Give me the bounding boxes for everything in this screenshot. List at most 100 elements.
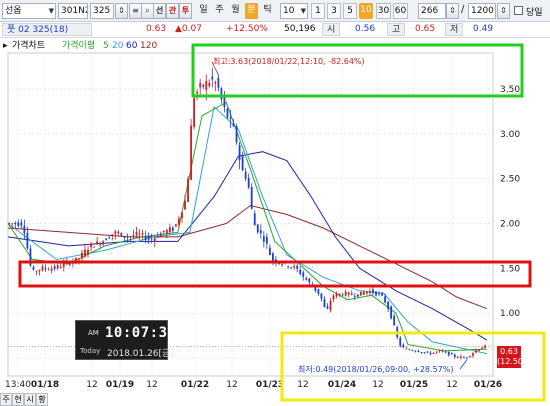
- bottom-tab-1[interactable]: 주: [0, 393, 12, 406]
- candle-body: [199, 83, 202, 88]
- candle-body: [290, 267, 293, 269]
- candle-body: [229, 117, 232, 119]
- candle-body: [426, 351, 429, 353]
- candle-body: [326, 306, 329, 309]
- bottom-tab-2[interactable]: 현: [12, 393, 24, 406]
- candle-body: [429, 352, 432, 355]
- candle-body: [153, 237, 156, 242]
- candle-body: [281, 264, 283, 266]
- bottom-tab-3[interactable]: 시: [24, 393, 36, 406]
- y-tick-label: 3.50: [500, 85, 520, 95]
- candle-body: [202, 84, 205, 87]
- y-tick-label: 2.50: [500, 175, 520, 185]
- candle-body: [208, 82, 211, 87]
- candle-body: [402, 344, 405, 348]
- candle-body: [329, 301, 332, 311]
- candle-body: [111, 234, 114, 237]
- candle-body: [441, 350, 444, 352]
- candle-body: [359, 291, 362, 296]
- candle-body: [138, 233, 141, 235]
- candle-body: [463, 357, 465, 359]
- candle-body: [135, 231, 138, 236]
- candle-body: [338, 293, 341, 296]
- candle-body: [132, 235, 135, 236]
- candle-body: [156, 236, 159, 238]
- x-tick-label: 12: [86, 380, 97, 390]
- candle-body: [226, 108, 229, 118]
- x-tick-label: 12: [226, 380, 237, 390]
- x-tick-label: 01/19: [106, 380, 134, 390]
- clock-date: 2018.01.26[금]: [107, 349, 174, 359]
- candle-body: [172, 227, 174, 231]
- candle-body: [159, 233, 162, 238]
- candle-body: [20, 222, 23, 226]
- candle-body: [41, 266, 44, 271]
- candle-body: [253, 213, 256, 226]
- candle-body: [450, 353, 453, 355]
- candle-body: [87, 249, 89, 254]
- low-annotation: 최저:0.49(2018/01/26,09:00, +28.57%): [298, 364, 453, 374]
- candle-body: [432, 352, 435, 354]
- x-tick-label: 12: [372, 380, 383, 390]
- bottom-tab-4[interactable]: 황: [36, 393, 48, 406]
- candle-body: [62, 263, 65, 267]
- candle-body: [408, 349, 411, 351]
- candle-body: [478, 349, 480, 351]
- candle-body: [235, 125, 238, 143]
- candle-body: [269, 247, 271, 256]
- candle-body: [217, 77, 220, 88]
- clock-ampm: AM: [88, 329, 99, 337]
- candle-body: [405, 348, 408, 350]
- candle-body: [369, 290, 371, 294]
- candle-body: [59, 266, 62, 268]
- candle-body: [472, 353, 474, 356]
- candle-body: [393, 315, 396, 326]
- candle-body: [165, 229, 168, 234]
- candle-body: [256, 224, 259, 233]
- candle-body: [305, 278, 308, 280]
- candle-body: [299, 269, 302, 275]
- clock-today-label: Today: [80, 347, 101, 355]
- x-tick-label: 13:40: [5, 380, 31, 390]
- x-tick-label: 12: [146, 380, 157, 390]
- candle-body: [287, 266, 289, 268]
- candle-body: [423, 352, 426, 354]
- candle-body: [162, 230, 165, 232]
- candle-body: [11, 223, 14, 225]
- candle-body: [178, 218, 180, 225]
- candle-body: [344, 291, 347, 296]
- candle-body: [475, 350, 477, 353]
- moving-averages: [7, 101, 488, 355]
- x-tick-label: 01/23: [256, 380, 284, 390]
- x-tick-label: 01/22: [181, 380, 209, 390]
- y-tick-label: 2.00: [500, 219, 520, 229]
- candle-body: [187, 178, 189, 202]
- candle-body: [220, 88, 223, 100]
- y-tick-label: 1.00: [500, 309, 520, 319]
- ma5-line: [7, 101, 487, 352]
- candle-body: [81, 252, 83, 259]
- candle-body: [141, 233, 144, 235]
- candle-body: [23, 225, 26, 234]
- candle-body: [378, 293, 380, 295]
- candle-body: [17, 222, 20, 227]
- candle-body: [296, 265, 299, 269]
- bottom-tabs: 주 현 시 황: [0, 393, 60, 406]
- y-tick-label: 1.50: [500, 264, 520, 274]
- candle-body: [399, 337, 402, 346]
- candle-body: [196, 91, 199, 94]
- candle-body: [84, 249, 86, 257]
- candle-body: [78, 258, 80, 260]
- candle-body: [190, 125, 192, 180]
- candle-body: [435, 351, 438, 353]
- x-tick-label: 01/25: [400, 380, 428, 390]
- clock-widget: AM 10:07:32 Today 2018.01.26[금]: [75, 320, 176, 360]
- x-tick-label: 01/26: [474, 380, 502, 390]
- candle-body: [147, 236, 150, 240]
- last-price-pct: (12.50%): [497, 357, 534, 366]
- candle-body: [123, 236, 126, 238]
- last-price-tag: 0.63 (12.50%): [497, 346, 534, 368]
- candle-body: [320, 293, 323, 299]
- candle-body: [108, 237, 111, 239]
- candle-body: [466, 357, 468, 359]
